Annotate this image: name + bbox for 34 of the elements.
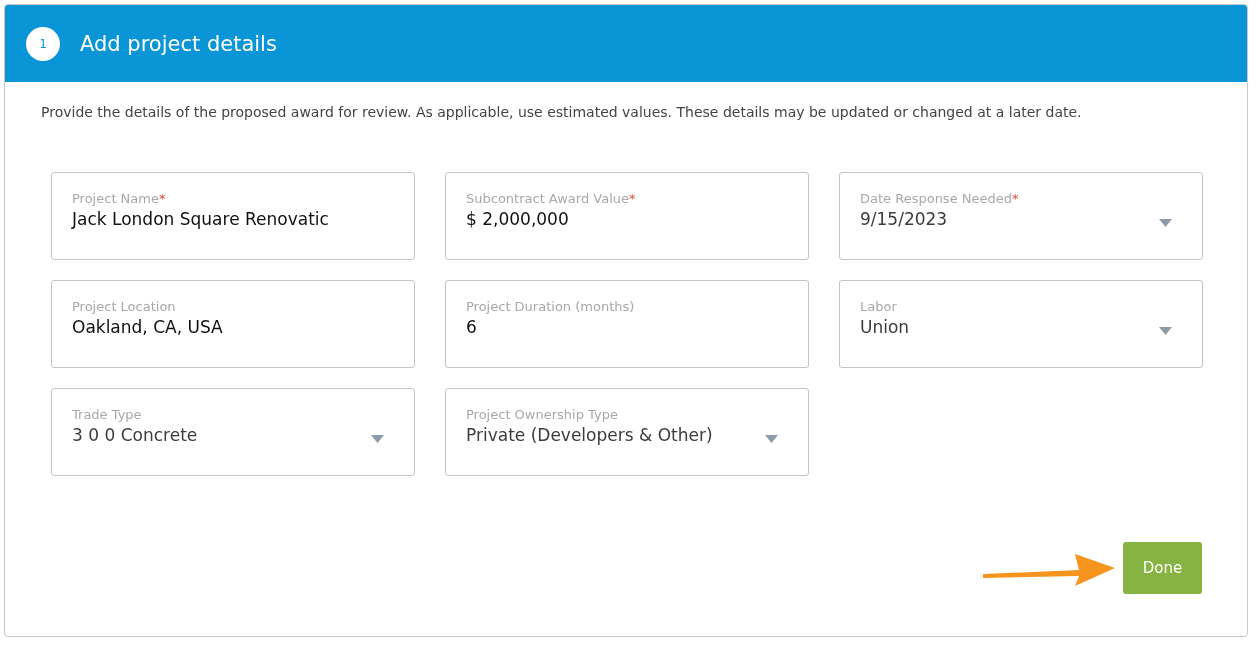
required-mark: * [629,191,636,206]
field-value: 9/15/2023 [860,209,948,229]
field-label: Project Name [72,191,159,206]
dropdown-field[interactable]: Trade Type 3 0 0 Concrete [51,388,415,476]
intro-text: Provide the details of the proposed award for review. As applicable, use estimated values. These details may be updated or changed at a later date. [41,104,1083,120]
input-field[interactable]: Project Location Oakland, CA, USA [51,280,415,368]
dropdown-field[interactable]: Date Response Needed* 9/15/2023 [839,172,1203,260]
required-mark: * [1012,191,1019,206]
field-label: Labor [860,299,897,314]
field-value: Jack London Square Renovatic [72,209,329,229]
input-field[interactable]: Project Name* Jack London Square Renovatic [51,172,415,260]
field-value: Oakland, CA, USA [72,317,223,337]
field-value: 3 0 0 Concrete [72,425,198,445]
dropdown-field[interactable]: Project Ownership Type Private (Developers & Other) [445,388,809,476]
field-label: Project Ownership Type [466,407,618,422]
field-value: $ 2,000,000 [466,209,569,229]
field-label: Project Duration (months) [466,299,635,314]
input-field[interactable]: Project Duration (months) 6 [445,280,809,368]
dropdown-field[interactable]: Labor Union [839,280,1203,368]
field-value: 6 [466,317,477,337]
caret-icon [1159,327,1172,335]
field-label: Subcontract Award Value [466,191,630,206]
field-label: Project Location [72,299,176,314]
caret-icon [371,435,384,443]
field-value: Private (Developers & Other) [466,425,713,445]
required-mark: * [158,191,166,206]
caret-icon [765,435,778,443]
field-label: Trade Type [72,407,142,422]
step-number: 1 [26,26,60,61]
page-title: Add project details [80,31,277,56]
caret-icon [1159,219,1172,227]
input-field[interactable]: Subcontract Award Value* $ 2,000,000 [445,172,809,260]
field-value: Union [860,317,910,337]
field-label: Date Response Needed [860,191,1012,206]
